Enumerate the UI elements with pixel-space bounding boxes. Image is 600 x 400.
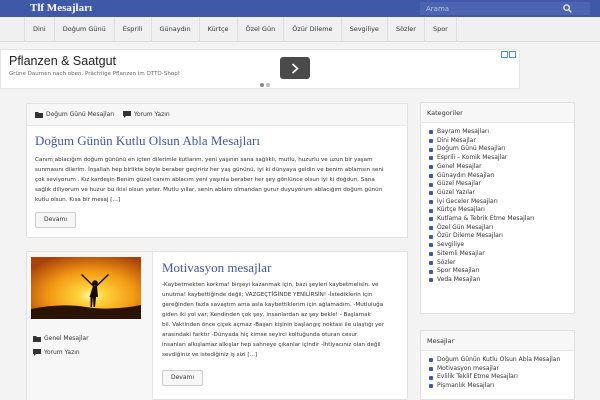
advertisement-banner[interactable]: Pflanzen & Saatgut Grüne Daumen nach obe… (0, 49, 520, 89)
sunset-silhouette-image (31, 257, 141, 319)
chevron-right-icon (291, 63, 299, 74)
category-item[interactable]: Sözler (429, 259, 574, 268)
recent-post-item[interactable]: Evlilik Teklif Etme Mesajları (429, 373, 574, 382)
nav-item-kurtce[interactable]: Kürtçe (200, 17, 238, 42)
read-more-button[interactable]: Devamı (162, 370, 204, 386)
ad-close-icon[interactable] (509, 51, 516, 58)
nav-item-dini[interactable]: Dini (24, 17, 55, 42)
nav-item-spor[interactable]: Spor (425, 17, 457, 42)
post-excerpt: Canım ablacığım doğum gününü en içten di… (35, 155, 405, 205)
category-item[interactable]: Günaydın Mesajları (429, 172, 574, 181)
category-item[interactable]: İyi Geceler Mesajları (429, 198, 574, 207)
post-comments[interactable]: Yorum Yazın (33, 349, 80, 356)
ad-title[interactable]: Pflanzen & Saatgut (9, 54, 116, 68)
ad-controls (501, 51, 516, 58)
post-excerpt: -Kaybetmekten korkma! birşeyi kazanmak i… (162, 280, 407, 360)
ad-dot-active[interactable] (260, 83, 264, 87)
category-item[interactable]: Kürtçe Mesajları (429, 206, 574, 215)
recent-post-item[interactable]: Pişmanlık Mesajları (429, 382, 574, 391)
category-item[interactable]: Veda Mesajları (429, 276, 574, 285)
excerpt-line: sağlık diliyorum ve huzur bu ikisi olsun… (35, 187, 383, 193)
nav-item-gunaydin[interactable]: Günaydın (152, 17, 200, 42)
nav-item-dogum-gunu[interactable]: Doğum Günü (55, 17, 115, 42)
post-comments-label[interactable]: Yorum Yazın (44, 349, 80, 356)
widget-title: Mesajlar (421, 331, 574, 351)
excerpt-line: -Kaybetmekten korkma! birşeyi kazanmak i… (162, 282, 379, 288)
excerpt-line: insanları alkışlamaz alkışlar hep sahney… (162, 342, 381, 348)
excerpt-line: sunmasını dilerim. İnşallah hep birlikte… (35, 167, 384, 173)
recent-post-item[interactable]: Motivasyon mesajlar (429, 365, 574, 374)
recent-posts-list: Doğum Günün Kutlu Olsun Abla Mesajları M… (421, 351, 574, 391)
post-title[interactable]: Doğum Günün Kutlu Olsun Abla Mesajları (35, 133, 260, 149)
post-card: Genel Mesajlar Yorum Yazın Motivasyon me… (26, 251, 408, 400)
category-item[interactable]: Sevgiliye (429, 241, 574, 250)
category-item[interactable]: Kutlama & Tebrik Etme Mesajları (429, 215, 574, 224)
top-bar: Tlf Mesajları (0, 0, 600, 17)
excerpt-line: gereğinden fazla savaştım ama asla kaybe… (162, 302, 384, 308)
category-item[interactable]: Sitemli Mesajlar (429, 250, 574, 259)
excerpt-line: bil. Vaktinden önce çiçek açmaz -Başarı … (162, 322, 385, 328)
post-sidebar: Genel Mesajlar Yorum Yazın (27, 252, 153, 400)
search-icon[interactable] (563, 4, 572, 13)
ad-info-icon[interactable] (501, 51, 508, 58)
nav-item-esprili[interactable]: Esprili (115, 17, 152, 42)
ad-next-button[interactable] (280, 57, 310, 79)
excerpt-line: çok seviyorum . Kız kardeşin Benim güzel… (35, 177, 375, 183)
recent-post-item[interactable]: Doğum Günün Kutlu Olsun Abla Mesajları (429, 356, 574, 365)
category-list: Bayram Mesajları Dini Mesajlar Doğum Gün… (421, 123, 574, 285)
post-meta: Doğum Günü Mesajları Yorum Yazın (27, 104, 407, 126)
post-comments-label[interactable]: Yorum Yazın (134, 111, 170, 118)
nav-item-ozel-gun[interactable]: Özel Gün (238, 17, 285, 42)
post-title[interactable]: Motivasyon mesajlar (162, 260, 271, 276)
excerpt-line: giden iki yol var; Kendinden çok şey, in… (162, 312, 371, 318)
ad-text[interactable]: Grüne Daumen nach oben. Prächtige Pflanz… (9, 71, 180, 77)
category-item[interactable]: Esprili – Komik Mesajlar (429, 154, 574, 163)
excerpt-line: arasındaki farktır -Dünyada hiç kimse se… (162, 332, 358, 338)
category-item[interactable]: Güzel Yazılar (429, 189, 574, 198)
main-navigation: Dini Doğum Günü Esprili Günaydın Kürtçe … (0, 17, 600, 42)
post-card: Doğum Günü Mesajları Yorum Yazın Doğum G… (26, 103, 408, 238)
comment-icon (33, 349, 41, 356)
post-category-label[interactable]: Genel Mesajlar (44, 335, 89, 342)
category-item[interactable]: Güzel Mesajlar (429, 180, 574, 189)
category-item[interactable]: Spor Mesajları (429, 267, 574, 276)
nav-item-ozur-dileme[interactable]: Özür Dileme (284, 17, 342, 42)
site-title[interactable]: Tlf Mesajları (30, 2, 92, 14)
category-item[interactable]: Dini Mesajlar (429, 137, 574, 146)
post-category[interactable]: Doğum Günü Mesajları (35, 111, 114, 118)
search-input[interactable] (420, 2, 560, 15)
category-item[interactable]: Bayram Mesajları (429, 128, 574, 137)
ad-pagination (260, 83, 270, 87)
excerpt-line: sevdiğiniz ve istediğiniz iş sizi [...] (162, 352, 258, 358)
comment-icon (123, 111, 131, 118)
category-item[interactable]: Doğum Günü Mesajları (429, 145, 574, 154)
post-comments[interactable]: Yorum Yazın (123, 111, 170, 118)
post-category[interactable]: Genel Mesajlar (33, 335, 89, 342)
category-item[interactable]: Özür Dileme Mesajları (429, 232, 574, 241)
folder-icon (35, 112, 43, 118)
post-thumbnail[interactable] (31, 257, 141, 319)
category-item[interactable]: Özel Gün Mesajları (429, 224, 574, 233)
nav-item-sevgiliye[interactable]: Sevgiliye (342, 17, 388, 42)
search-box (420, 2, 590, 15)
read-more-button[interactable]: Devamı (35, 212, 77, 228)
categories-widget: Kategoriler Bayram Mesajları Dini Mesajl… (420, 102, 575, 314)
excerpt-line: Canım ablacığım doğum gününü en içten di… (35, 157, 373, 163)
category-item[interactable]: Genel Mesajlar (429, 163, 574, 172)
excerpt-line: kutlu olsun. Kısa bir mesaj [...] (35, 197, 121, 203)
nav-item-sozler[interactable]: Sözler (388, 17, 425, 42)
widget-title: Kategoriler (421, 103, 574, 123)
ad-dot[interactable] (266, 83, 270, 87)
post-category-label[interactable]: Doğum Günü Mesajları (46, 111, 114, 118)
recent-posts-widget: Mesajlar Doğum Günün Kutlu Olsun Abla Me… (420, 330, 575, 400)
excerpt-line: unutma! kaybettiğinde değil; VAZGEÇTİĞİN… (162, 292, 373, 298)
folder-icon (33, 336, 41, 342)
